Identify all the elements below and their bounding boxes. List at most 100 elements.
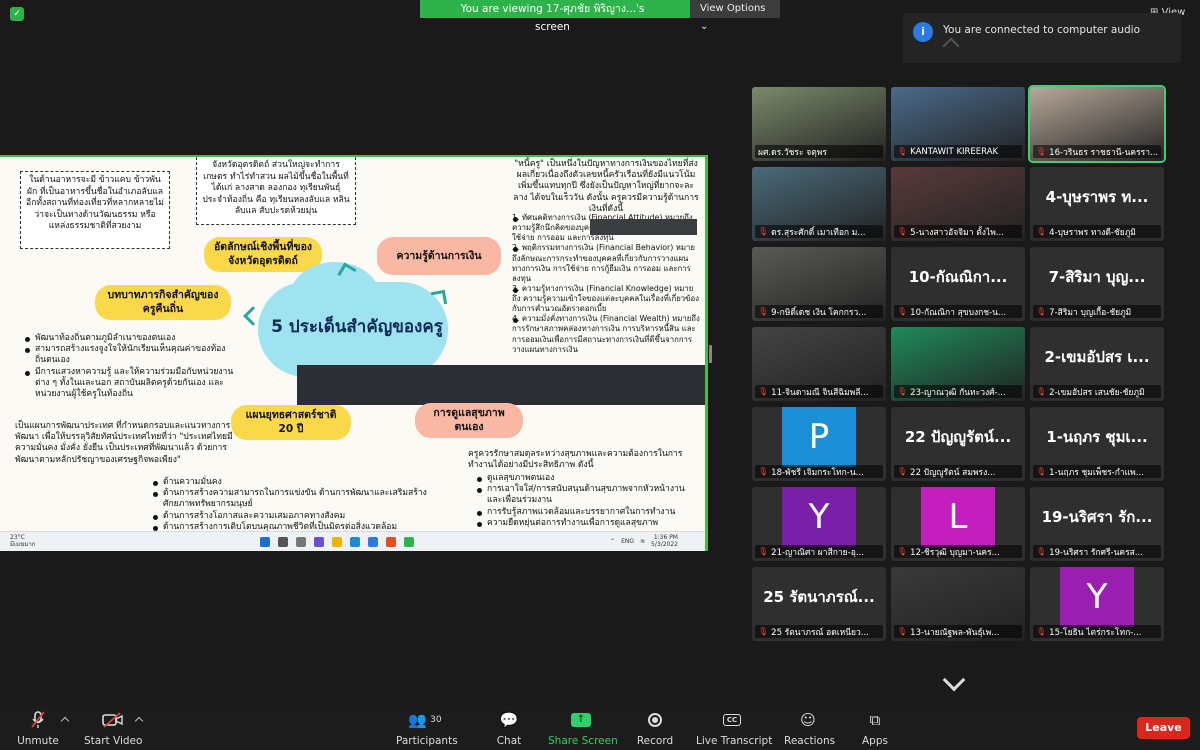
participant-tile[interactable]: 19-นริศรา รัก... 🎙 19-นริศรา รักศรี-นครส..… [1030, 487, 1164, 561]
participant-name: 18-พัชรี เจิมกระโทก-น... [771, 467, 864, 478]
participant-name-label: 🎙 10-กัณณิกา สุขบงกช-น... [894, 305, 1022, 318]
participant-tile[interactable]: Y 🎙 15-โยธิน ไตร่กระโทก-... [1030, 567, 1164, 641]
apps-button[interactable]: ⧉ Apps [860, 709, 890, 747]
line-icon[interactable] [404, 536, 414, 547]
reactions-label: Reactions [784, 735, 836, 747]
participant-tile[interactable]: 7-สิริมา บุญ... 🎙 7-สิริมา บุญเกื้อ-ชัยภูม… [1030, 247, 1164, 321]
audio-toast: i You are connected to computer audio [903, 13, 1181, 63]
zoom-icon[interactable] [368, 536, 378, 547]
participant-name-label: 🎙 ดร.สุระศักดิ์ เมาเทือก ม... [755, 225, 883, 238]
participant-name-label: 🎙 7-สิริมา บุญเกื้อ-ชัยภูมิ [1033, 305, 1161, 318]
participant-name: 5-นางสาวอัจจิมา ตั้งไพ... [910, 227, 1004, 238]
participant-name-label: ผศ.ดร.วัชระ จตุพร [755, 145, 883, 158]
participant-name-label: 🎙 KANTAWIT KIREERAK [894, 145, 1022, 158]
shield-icon[interactable]: ✓ [10, 7, 24, 21]
participant-tile[interactable]: ผศ.ดร.วัชระ จตุพร [752, 87, 886, 161]
cc-icon: CC [722, 714, 742, 726]
weather-desc: มีเมฆมาก [10, 540, 36, 548]
mic-muted-icon: 🎙 [1036, 627, 1047, 636]
mic-muted-icon: 🎙 [758, 627, 769, 636]
participant-name-label: 🎙 19-นริศรา รักศรี-นครส... [1033, 545, 1161, 558]
live-transcript-button[interactable]: CC Live Transcript [696, 709, 772, 747]
participant-tile[interactable]: P 🎙 18-พัชรี เจิมกระโทก-น... [752, 407, 886, 481]
health-item: ความยืดหยุ่นต่อการทำงานเพื่อการดูแลสุขภา… [476, 518, 698, 529]
overlay-panel [297, 365, 705, 405]
record-label: Record [636, 735, 674, 747]
participant-tile[interactable]: 🎙 23-ญาณวุฒิ กันทะวงศ์-... [891, 327, 1025, 401]
mic-muted-icon: 🎙 [1036, 547, 1047, 556]
participants-label: Participants [396, 735, 458, 747]
chat-icon: 💬 [499, 711, 519, 729]
wifi-icon[interactable]: ≋ [640, 538, 645, 545]
participant-tile[interactable]: 🎙 13-นายณัฐพล-พันธุ์เพ... [891, 567, 1025, 641]
participant-tile[interactable]: 4-บุษราพร ท... 🎙 4-บุษราพร ทางดี-ชัยภูมิ [1030, 167, 1164, 241]
participant-tile[interactable]: 🎙 5-นางสาวอัจจิมา ตั้งไพ... [891, 167, 1025, 241]
powerpoint-icon[interactable] [386, 536, 396, 547]
video-off-icon [84, 709, 142, 731]
participant-tile[interactable]: 🎙 16-วรินธร ราชธานี-นครรา... [1028, 85, 1166, 163]
record-button[interactable]: Record [636, 709, 674, 747]
task-view-icon[interactable] [296, 536, 306, 547]
participant-tile[interactable]: L 🎙 12-ชิรวุฒิ บุญมา-นคร... [891, 487, 1025, 561]
view-options-button[interactable]: View Options ⌄ [690, 0, 780, 32]
health-para: ครูควรรักษาสมดุลระหว่างสุขภาพและความต้อง… [468, 449, 683, 471]
participant-tile[interactable]: 25 รัตนาภรณ์... 🎙 25 รัตนาภรณ์ อดเหนียว... [752, 567, 886, 641]
splitter-handle[interactable] [709, 345, 712, 363]
edge-icon[interactable] [350, 536, 360, 547]
participant-name-label: 🎙 1-นฤภร ชุมเพ็ชร-กำแพ... [1033, 465, 1161, 478]
zoom-window: ✓ You are viewing 17-ศุภชัย พิริญาง...'s… [0, 0, 1200, 750]
participant-tile[interactable]: 1-นฤภร ชุมเ... 🎙 1-นฤภร ชุมเพ็ชร-กำแพ... [1030, 407, 1164, 481]
mic-muted-icon: 🎙 [1036, 227, 1047, 236]
avatar: Y [1060, 567, 1134, 627]
finance-item: 4. ความมั่งคั่งทางการเงิน (Financial Wea… [512, 314, 700, 354]
search-icon[interactable] [278, 536, 288, 547]
apps-label: Apps [862, 735, 888, 747]
chat-label: Chat [496, 735, 522, 747]
pill-finance: ความรู้ด้านการเงิน [377, 237, 501, 275]
participant-tile[interactable]: 🎙 11-จินดามณี จินสีฉิมพลี... [752, 327, 886, 401]
participant-name-label: 🎙 12-ชิรวุฒิ บุญมา-นคร... [894, 545, 1022, 558]
participants-button[interactable]: 👥 30 Participants [396, 709, 458, 747]
mic-muted-icon: 🎙 [1036, 307, 1047, 316]
share-screen-button[interactable]: ↑ Share Screen [548, 709, 618, 747]
strategy-item: ด้านการสร้างความสามารถในการแข่งขัน ด้านก… [152, 488, 452, 510]
participant-tile[interactable]: 10-กัณณิกา... 🎙 10-กัณณิกา สุขบงกช-น... [891, 247, 1025, 321]
folder-icon[interactable] [332, 536, 342, 547]
windows-taskbar: 23°C มีเมฆมาก ⌃ ENG ≋ 1:36 PM 5/3/2022 [0, 531, 705, 551]
participant-tile[interactable]: Y 🎙 21-ญาณิศา ผาสีกาย-อุ... [752, 487, 886, 561]
participant-display-name: 10-กัณณิกา... [908, 268, 1008, 286]
participant-name: 9-กษิดิ์เดช เงิน โคกกรว... [771, 307, 867, 318]
pill-health: การดูแลสุขภาพตนเอง [415, 403, 523, 439]
participant-tile[interactable]: 🎙 9-กษิดิ์เดช เงิน โคกกรว... [752, 247, 886, 321]
audio-options-icon[interactable] [60, 716, 70, 726]
teams-icon[interactable] [314, 536, 324, 547]
mic-muted-icon: 🎙 [758, 467, 769, 476]
chat-button[interactable]: 💬 Chat [492, 709, 526, 747]
chevron-up-icon[interactable]: ⌃ [610, 538, 615, 545]
pill-identity: อัตลักษณ์เชิงพื้นที่ของจังหวัดอุตรดิตถ์ [204, 237, 322, 273]
start-video-button[interactable]: Start Video [84, 709, 142, 747]
unmute-button[interactable]: Unmute [14, 709, 62, 747]
participant-display-name: 2-เขมอัปสร เ... [1044, 348, 1150, 366]
mic-muted-icon: 🎙 [1036, 467, 1047, 476]
leave-button[interactable]: Leave [1137, 717, 1190, 739]
pill-strategy: แผนยุทธศาสตร์ชาติ 20 ปี [231, 405, 351, 441]
participant-tile[interactable]: 🎙 ดร.สุระศักดิ์ เมาเทือก ม... [752, 167, 886, 241]
chevron-down-icon[interactable] [942, 668, 966, 692]
viewing-banner: You are viewing 17-ศุภชัย พิริญาง...'s s… [420, 0, 780, 33]
participant-tile[interactable]: 22 ปัญญูรัตน์... 🎙 22 ปัญญูรัตน์ สมพรง... [891, 407, 1025, 481]
lang-indicator[interactable]: ENG [621, 538, 634, 545]
weather-widget[interactable]: 23°C มีเมฆมาก [10, 534, 50, 548]
mic-muted-icon: 🎙 [1036, 387, 1047, 396]
mic-muted-icon: 🎙 [758, 387, 769, 396]
windows-start-icon[interactable] [260, 536, 270, 547]
taskbar-clock[interactable]: 1:36 PM 5/3/2022 [651, 534, 678, 548]
participant-tile[interactable]: 2-เขมอัปสร เ... 🎙 2-เขมอัปสร เสนชัย-ชัยภูม… [1030, 327, 1164, 401]
participant-name-label: 🎙 4-บุษราพร ทางดี-ชัยภูมิ [1033, 225, 1161, 238]
taskbar-icons [260, 536, 414, 547]
participant-name: 25 รัตนาภรณ์ อดเหนียว... [771, 627, 869, 638]
avatar: Y [782, 487, 856, 547]
reactions-button[interactable]: ☺ Reactions [784, 709, 836, 747]
health-item: ดูแลสุขภาพตนเอง [476, 473, 698, 484]
participant-tile[interactable]: 🎙 KANTAWIT KIREERAK [891, 87, 1025, 161]
